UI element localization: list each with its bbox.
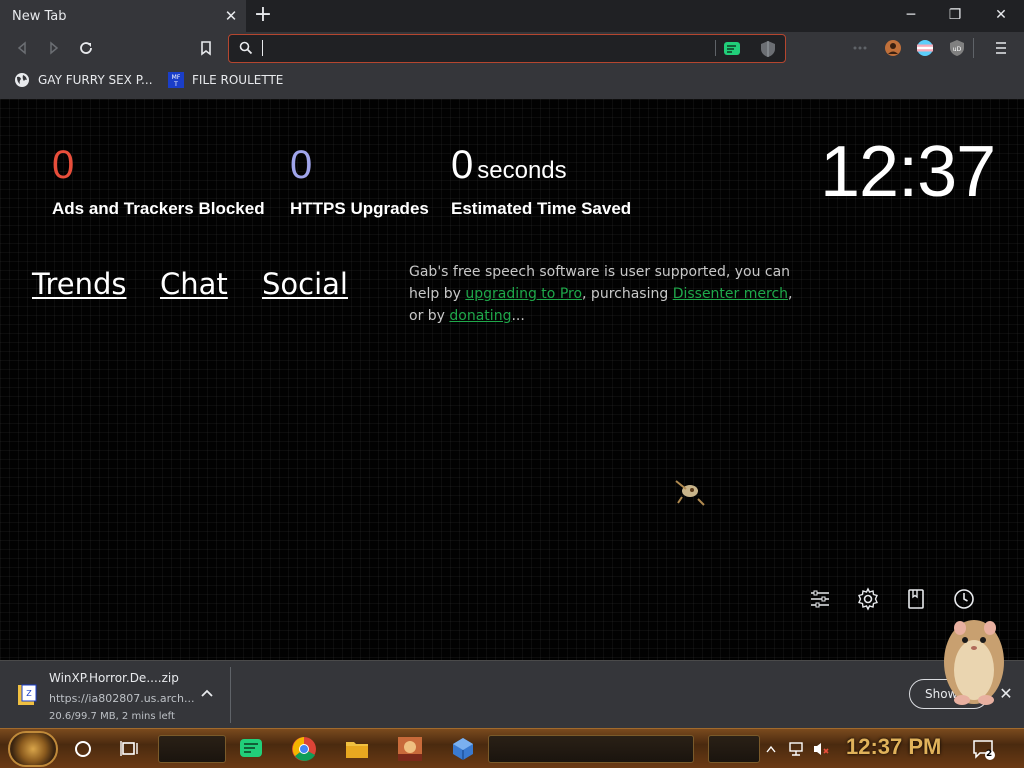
title-bar: New Tab ✕ + ─ ❐ ✕ [0,0,1024,32]
menu-icon[interactable] [995,41,1007,55]
ads-blocked-label: Ads and Trackers Blocked [52,199,265,218]
globe-icon [15,73,29,87]
promo-text: , purchasing [582,286,673,302]
tab-close-icon[interactable]: ✕ [220,5,242,27]
clock: 12:37 [820,132,996,212]
bookmark-icon [201,41,211,56]
ads-blocked-count: 0 [52,143,75,187]
search-icon [239,41,253,55]
profile-avatar-icon[interactable] [885,40,901,56]
bookmark-label: GAY FURRY SEX P... [38,73,153,87]
game-app-icon[interactable] [397,736,423,762]
omnibox-divider [715,40,716,56]
action-center-icon[interactable] [972,739,996,761]
start-button[interactable] [8,731,58,767]
task-view-icon[interactable] [120,740,140,758]
taskbar: 12:37 PM 2 [0,728,1024,768]
restore-button[interactable]: ❐ [932,0,978,30]
reload-icon [80,42,92,54]
bookmark-button[interactable] [194,36,218,60]
bookmarks-bar: GAY FURRY SEX P... MF T FILE ROULETTE [0,64,1024,99]
chevron-up-icon[interactable] [198,685,216,703]
bookmark-item[interactable]: MF T FILE ROULETTE [168,72,283,88]
network-icon[interactable] [788,741,806,757]
svg-text:Z: Z [26,689,32,698]
ublock-shield-icon[interactable]: uD [948,39,966,57]
taskbar-clock[interactable]: 12:37 PM [846,734,941,760]
gab-comment-icon[interactable] [723,40,741,58]
address-bar[interactable] [228,34,786,63]
blue-cube-app-icon[interactable] [450,736,476,762]
https-upgrades-count: 0 [290,143,313,187]
stat-ads-blocked: 0 Ads and Trackers Blocked [52,143,265,219]
social-link[interactable]: Social [262,267,348,301]
mft-icon: MFT [168,72,184,88]
svg-text:uD: uD [953,46,962,53]
settings-gear-icon[interactable] [856,587,880,611]
volume-muted-icon[interactable] [812,741,830,757]
reload-button[interactable] [74,36,98,60]
time-saved-count: 0 [451,143,474,187]
trans-flag-extension-icon[interactable] [917,40,933,56]
donating-link[interactable]: donating [449,308,511,324]
file-explorer-icon[interactable] [344,736,370,762]
time-saved-label: Estimated Time Saved [451,199,632,218]
window-close-button[interactable]: ✕ [978,0,1024,30]
gab-app-icon[interactable] [238,736,264,762]
stat-https-upgrades: 0 HTTPS Upgrades [290,143,429,219]
forward-button[interactable] [42,36,66,60]
back-arrow-icon [17,41,26,55]
cortana-circle-icon[interactable] [74,740,92,758]
toolbar: uD [0,32,1024,64]
taskbar-slot [158,735,226,763]
bookmark-item[interactable]: GAY FURRY SEX P... [14,72,153,88]
download-url: https://ia802807.us.arch... [49,692,195,705]
bookmarks-book-icon[interactable] [904,587,928,611]
https-upgrades-label: HTTPS Upgrades [290,199,429,218]
upgrade-pro-link[interactable]: upgrading to Pro [465,286,582,302]
dots-icon[interactable] [852,45,868,51]
time-saved-unit: seconds [477,157,567,184]
new-tab-button[interactable]: + [251,4,275,28]
forward-arrow-icon [50,41,59,55]
tab-new-tab[interactable]: New Tab ✕ [0,0,246,32]
support-message: Gab's free speech software is user suppo… [409,261,809,327]
bookmark-label: FILE ROULETTE [192,73,284,87]
address-input[interactable] [265,38,705,58]
download-filename[interactable]: WinXP.Horror.De....zip [49,671,179,685]
zip-file-icon: Z [18,684,37,705]
dissenter-merch-link[interactable]: Dissenter merch [673,286,788,302]
shield-icon[interactable] [759,40,777,58]
promo-text: ... [511,308,525,324]
svg-text:T: T [173,81,178,88]
svg-text:MF: MF [172,74,181,81]
text-caret [262,40,263,56]
new-tab-page: 0 Ads and Trackers Blocked 0 HTTPS Upgra… [0,99,1024,660]
back-button[interactable] [10,36,34,60]
download-progress: 20.6/99.7 MB, 2 mins left [49,711,175,722]
hamster-desktop-pet [944,620,1004,705]
trends-link[interactable]: Trends [32,267,126,301]
chevron-up-tray-icon[interactable] [766,745,776,753]
customize-sliders-icon[interactable] [808,587,832,611]
toolbar-divider [973,38,974,58]
chrome-icon[interactable] [291,736,317,762]
decorative-creature [675,480,705,506]
taskbar-slot [708,735,760,763]
tab-title: New Tab [12,8,67,24]
chat-link[interactable]: Chat [160,267,228,301]
stat-time-saved: 0 seconds Estimated Time Saved [451,143,631,219]
download-divider [230,667,231,723]
notification-count: 2 [986,749,993,759]
taskbar-slot [488,735,694,763]
minimize-button[interactable]: ─ [888,0,934,30]
download-shelf: Z WinXP.Horror.De....zip https://ia80280… [0,660,1024,728]
